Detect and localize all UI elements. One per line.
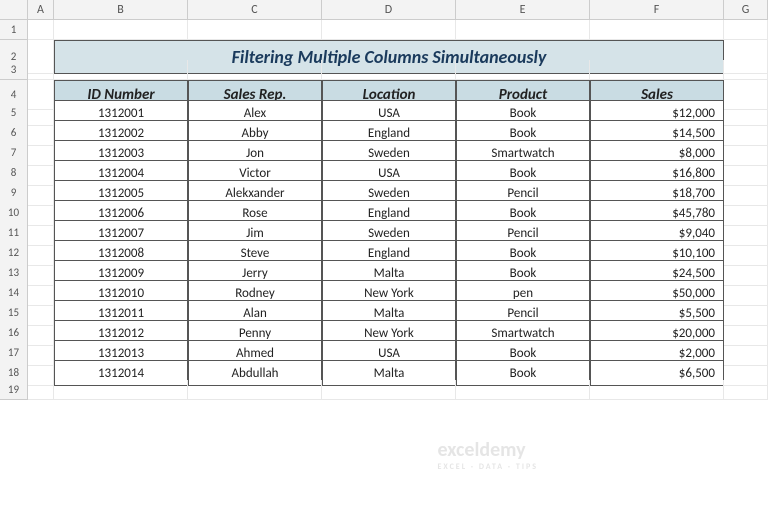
spreadsheet-grid[interactable]: A B C D E F G 1 2 Filtering Multiple Col… xyxy=(0,0,768,400)
col-header-C[interactable]: C xyxy=(188,0,322,20)
cell-G1[interactable] xyxy=(724,20,768,40)
cell-E19[interactable] xyxy=(456,380,590,400)
cell-F3[interactable] xyxy=(590,60,724,80)
cell-B3[interactable] xyxy=(54,60,188,80)
cell-F1[interactable] xyxy=(590,20,724,40)
cell-C19[interactable] xyxy=(188,380,322,400)
cell-A3[interactable] xyxy=(28,60,54,80)
cell-A1[interactable] xyxy=(28,20,54,40)
col-header-F[interactable]: F xyxy=(590,0,724,20)
cell-D19[interactable] xyxy=(322,380,456,400)
row-header-1[interactable]: 1 xyxy=(0,20,28,40)
watermark-tag: EXCEL · DATA · TIPS xyxy=(438,462,538,472)
cell-A19[interactable] xyxy=(28,380,54,400)
cell-G3[interactable] xyxy=(724,60,768,80)
cell-C1[interactable] xyxy=(188,20,322,40)
col-header-D[interactable]: D xyxy=(322,0,456,20)
col-header-E[interactable]: E xyxy=(456,0,590,20)
watermark-brand: exceldemy xyxy=(438,438,526,462)
cell-B19[interactable] xyxy=(54,380,188,400)
select-all-corner[interactable] xyxy=(0,0,28,20)
row-header-19[interactable]: 19 xyxy=(0,380,28,400)
cell-C3[interactable] xyxy=(188,60,322,80)
col-header-B[interactable]: B xyxy=(54,0,188,20)
row-header-3[interactable]: 3 xyxy=(0,60,28,80)
cell-B1[interactable] xyxy=(54,20,188,40)
cell-F19[interactable] xyxy=(590,380,724,400)
cell-D3[interactable] xyxy=(322,60,456,80)
col-header-A[interactable]: A xyxy=(28,0,54,20)
cell-E3[interactable] xyxy=(456,60,590,80)
cell-D1[interactable] xyxy=(322,20,456,40)
cell-G19[interactable] xyxy=(724,380,768,400)
watermark: exceldemy EXCEL · DATA · TIPS xyxy=(438,438,538,472)
col-header-G[interactable]: G xyxy=(724,0,768,20)
cell-E1[interactable] xyxy=(456,20,590,40)
